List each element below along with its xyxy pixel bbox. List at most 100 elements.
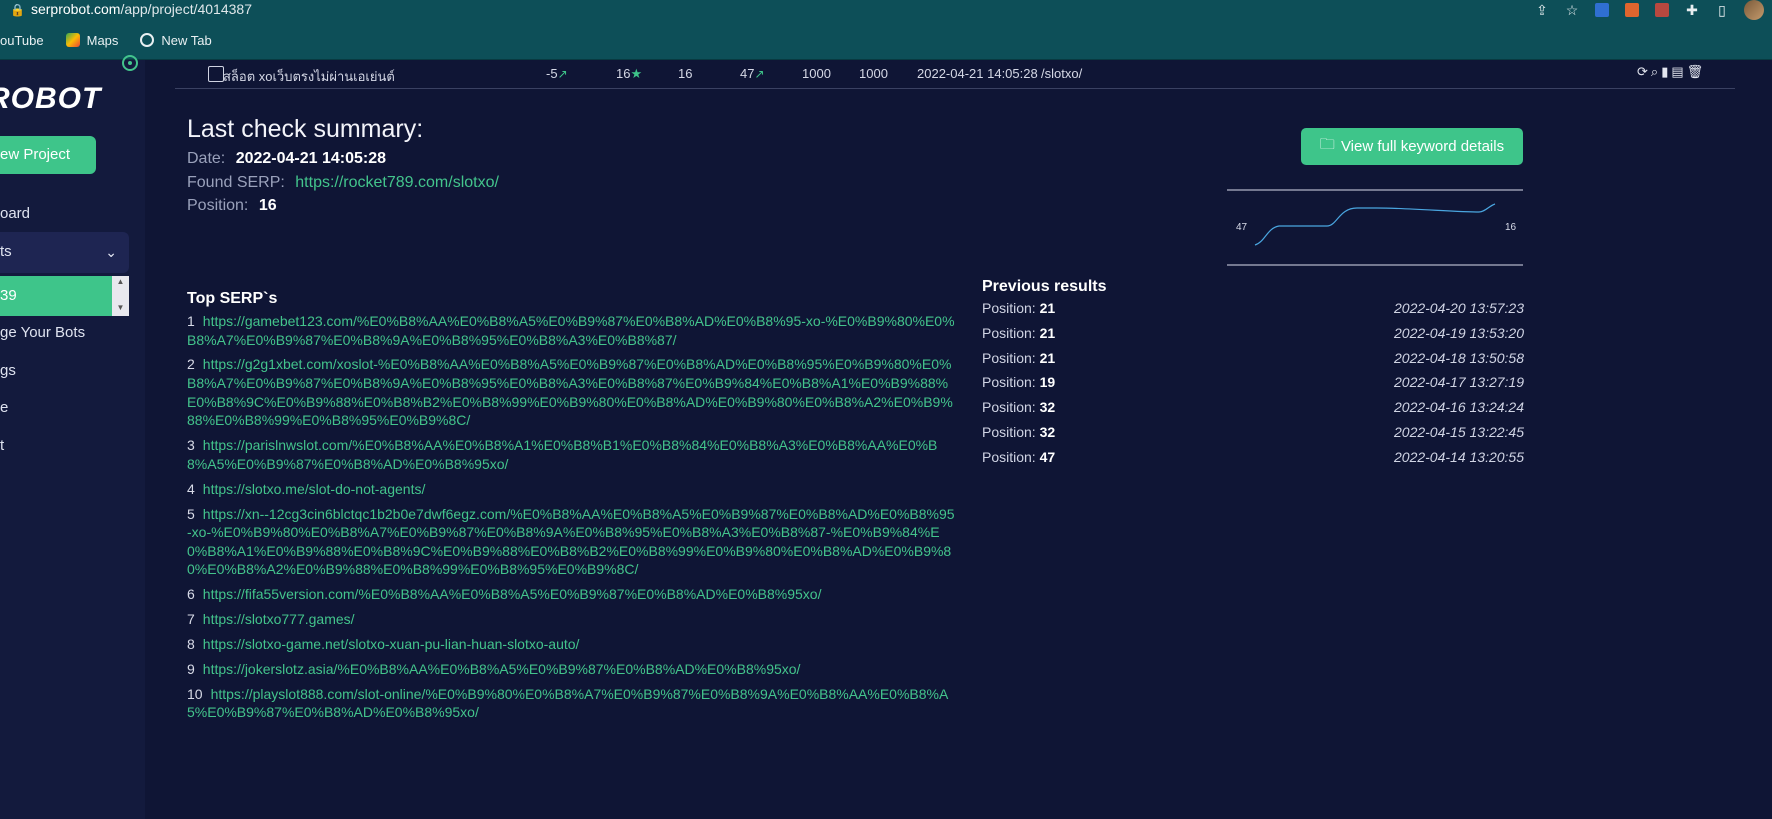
bookmark-star-icon[interactable]: ☆ — [1564, 2, 1580, 18]
position-value: 16 — [616, 66, 631, 81]
search-icon[interactable]: ⌕ — [1651, 64, 1658, 80]
bookmark-label: New Tab — [161, 32, 212, 48]
previous-result-row: Position: 21 2022-04-18 13:50:58 — [982, 350, 1524, 375]
brand-logo[interactable]: ROBOT — [0, 82, 101, 116]
serp-link[interactable]: https://xn--12cg3cin6blctqc1b2b0e7dwf6eg… — [187, 506, 955, 578]
found-serp-link[interactable]: https://rocket789.com/slotxo/ — [295, 174, 499, 191]
notes-icon[interactable]: ▤ — [1671, 64, 1683, 80]
serp-link[interactable]: https://slotxo.me/slot-do-not-agents/ — [203, 481, 426, 497]
bookmark-new-tab[interactable]: New Tab — [140, 32, 212, 48]
previous-position: Position: 21 — [982, 325, 1055, 350]
found-label: Found SERP: — [187, 174, 285, 191]
share-icon[interactable]: ⇪ — [1534, 2, 1550, 18]
sidebar-item-current-project[interactable]: 39 — [0, 276, 112, 316]
trend-up-icon: ↗ — [557, 67, 568, 81]
list-item: 9 https://jokerslotz.asia/%E0%B8%AA%E0%B8… — [187, 660, 957, 679]
serp-rank: 1 — [187, 313, 195, 329]
button-label: View full keyword details — [1340, 138, 1505, 155]
list-item: 2 https://g2g1xbet.com/xoslot-%E0%B8%AA%E… — [187, 355, 957, 429]
previous-results-list: Position: 21 2022-04-20 13:57:23 Position:… — [982, 300, 1524, 474]
sparkline-line — [1254, 203, 1496, 246]
scroll-down-icon[interactable]: ▼ — [112, 302, 129, 314]
sidebar-item-label: 39 — [0, 287, 17, 304]
summary-position: Position: 16 — [187, 197, 277, 215]
previous-date: 2022-04-19 13:53:20 — [1394, 324, 1524, 341]
list-item: 4 https://slotxo.me/slot-do-not-agents/ — [187, 480, 957, 499]
sidebar-item-dashboard[interactable]: oard — [0, 205, 30, 222]
serp-rank: 2 — [187, 356, 195, 373]
serp-link[interactable]: https://playslot888.com/slot-online/%E0%… — [187, 686, 948, 721]
position-value: 47 — [1039, 448, 1056, 465]
serp-link[interactable]: https://parislnwslot.com/%E0%B8%AA%E0%B8… — [187, 437, 937, 472]
list-item: 10 https://playslot888.com/slot-online/%E… — [187, 685, 957, 722]
bookmarks-bar: ouTube Maps New Tab — [0, 21, 1772, 60]
new-project-button[interactable]: ew Project — [0, 136, 96, 174]
sidebar-item-projects[interactable]: ts ⌄ — [0, 232, 129, 273]
puzzle-icon[interactable]: ✚ — [1684, 2, 1700, 18]
position-sparkline: 47 16 — [1227, 189, 1523, 266]
keyword-text[interactable]: สล็อต xoเว็บตรงไม่ผ่านเอเย่นต์ — [223, 66, 395, 87]
view-full-keyword-details-button[interactable]: 🗀 View full keyword details — [1301, 128, 1523, 165]
position-value: 16 — [258, 197, 277, 214]
position-cell: 16★ — [616, 66, 642, 82]
folder-icon: 🗀 — [1319, 136, 1335, 153]
position-value: 32 — [1039, 399, 1056, 416]
position-label: Position: — [982, 448, 1036, 465]
extension-icon[interactable] — [1594, 2, 1610, 18]
browser-url-bar: 🔒 serprobot.com/app/project/4014387 ⇪ ☆ ✚… — [0, 0, 1772, 21]
trash-icon[interactable]: 🗑 — [1687, 64, 1704, 80]
sidebar-item-settings[interactable]: gs — [0, 362, 16, 379]
target-icon[interactable] — [122, 55, 138, 71]
serp-link[interactable]: https://fifa55version.com/%E0%B8%AA%E0%B… — [203, 586, 822, 602]
browser-toolbar: ⇪ ☆ ✚ ▯ — [1534, 0, 1764, 20]
extension-icon[interactable] — [1624, 2, 1640, 18]
list-item: 8 https://slotxo-game.net/slotxo-xuan-pu-… — [187, 635, 957, 654]
best-cell: 16 — [678, 66, 693, 81]
position-label: Position: — [982, 349, 1036, 366]
bookmark-label: ouTube — [0, 32, 44, 48]
position-label: Position: — [982, 324, 1036, 341]
previous-date: 2022-04-15 13:22:45 — [1394, 423, 1524, 440]
serp-link[interactable]: https://slotxo-game.net/slotxo-xuan-pu-l… — [203, 636, 580, 652]
maps-icon — [65, 33, 80, 47]
change-value: -5 — [546, 66, 558, 81]
bookmark-maps[interactable]: Maps — [65, 32, 119, 48]
sidebar-item-bots[interactable]: ge Your Bots — [0, 324, 85, 341]
chart-icon[interactable]: ▮ — [1661, 64, 1668, 80]
top-serps-title: Top SERP`s — [187, 290, 278, 307]
first-value: 47 — [740, 66, 755, 81]
sidebar-item-logout[interactable]: t — [0, 437, 4, 454]
previous-results-title: Previous results — [982, 278, 1107, 295]
row-checkbox[interactable] — [208, 66, 224, 82]
previous-result-row: Position: 32 2022-04-15 13:22:45 — [982, 424, 1524, 449]
scroll-up-icon[interactable]: ▲ — [112, 276, 129, 288]
sidepanel-icon[interactable]: ▯ — [1714, 2, 1730, 18]
serp-rank: 6 — [187, 586, 195, 603]
previous-date: 2022-04-14 13:20:55 — [1394, 448, 1524, 465]
url-cell[interactable]: /slotxo/ — [1041, 66, 1082, 81]
summary-found-serp: Found SERP: https://rocket789.com/slotxo… — [187, 174, 499, 192]
refresh-icon[interactable]: ⟳ — [1637, 64, 1648, 80]
bookmark-youtube[interactable]: ouTube — [0, 33, 44, 48]
serp-link[interactable]: https://g2g1xbet.com/xoslot-%E0%B8%AA%E0… — [187, 356, 953, 428]
serp-rank: 9 — [187, 660, 195, 677]
profile-avatar[interactable] — [1744, 0, 1764, 20]
bookmark-label: Maps — [86, 32, 119, 48]
date-value: 2022-04-21 14:05:28 — [235, 150, 387, 167]
previous-position: Position: 19 — [982, 374, 1055, 399]
sidebar-item-profile[interactable]: e — [0, 399, 8, 416]
serp-link[interactable]: https://slotxo777.games/ — [203, 611, 355, 627]
extension-icon[interactable] — [1654, 2, 1670, 18]
serp-link[interactable]: https://jokerslotz.asia/%E0%B8%AA%E0%B8%… — [203, 661, 801, 677]
date-label: Date: — [187, 150, 226, 167]
previous-position: Position: 47 — [982, 449, 1055, 474]
first-cell: 47↗ — [740, 66, 765, 81]
position-label: Position: — [187, 197, 249, 214]
project-list-scrollbar[interactable]: ▲ ▼ — [112, 276, 129, 316]
serp-link[interactable]: https://gamebet123.com/%E0%B8%AA%E0%B8%A… — [187, 313, 955, 348]
address-bar[interactable]: 🔒 serprobot.com/app/project/4014387 — [10, 0, 252, 18]
list-item: 1 https://gamebet123.com/%E0%B8%AA%E0%B8%… — [187, 312, 957, 349]
chevron-down-icon: ⌄ — [105, 244, 117, 260]
previous-result-row: Position: 21 2022-04-20 13:57:23 — [982, 300, 1524, 325]
serp-rank: 10 — [187, 685, 203, 702]
